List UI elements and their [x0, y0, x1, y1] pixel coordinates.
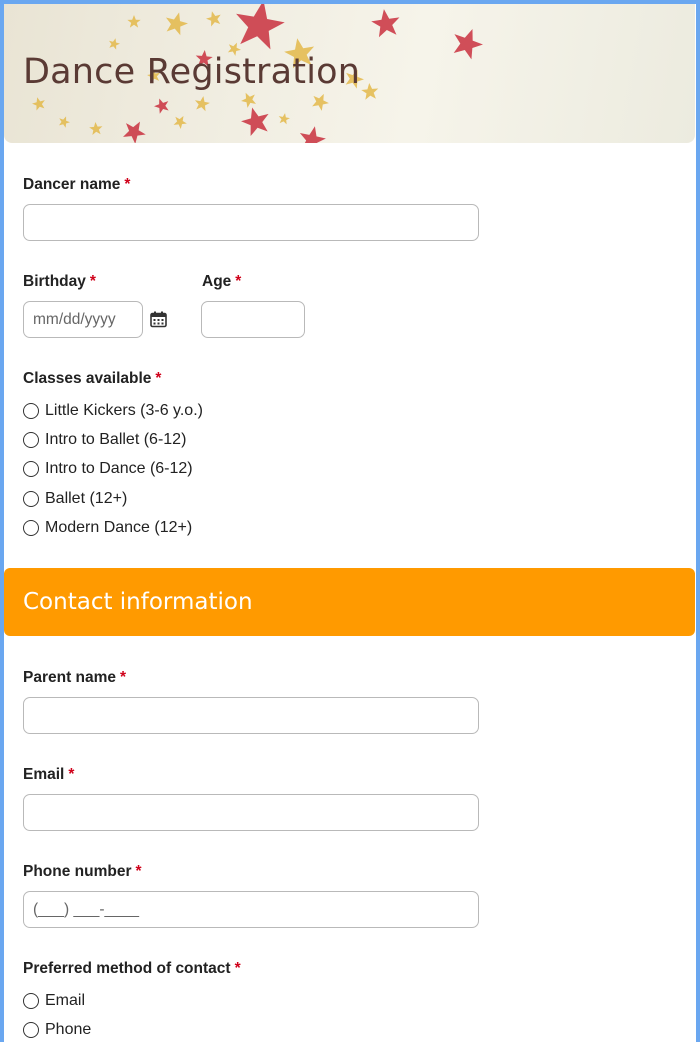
class-option-modern-dance[interactable]: Modern Dance (12+) [23, 517, 192, 539]
phone-input[interactable]: (___) ___-____ [23, 891, 479, 928]
age-input[interactable] [201, 301, 305, 338]
contact-method-label: Preferred method of contact * [23, 960, 241, 978]
calendar-icon[interactable] [150, 311, 167, 328]
contact-section-header: Contact information [4, 568, 695, 636]
radio-button[interactable] [23, 491, 39, 507]
radio-button[interactable] [23, 1022, 39, 1038]
header-banner: Dance Registration [4, 4, 695, 143]
contact-method-label-text: Preferred method of contact [23, 960, 231, 977]
class-option-label: Ballet (12+) [45, 490, 128, 507]
required-mark: * [235, 273, 242, 290]
section-title: Contact information [23, 589, 253, 615]
class-option-intro-ballet[interactable]: Intro to Ballet (6-12) [23, 429, 186, 451]
birthday-placeholder: mm/dd/yyyy [33, 310, 116, 328]
class-option-label: Intro to Ballet (6-12) [45, 431, 187, 448]
parent-name-label-text: Parent name [23, 669, 117, 686]
classes-label-text: Classes available [23, 370, 152, 387]
phone-mask: (___) ___-____ [33, 900, 139, 918]
email-input[interactable] [23, 794, 479, 831]
dancer-name-label-text: Dancer name [23, 176, 121, 193]
age-label: Age * [202, 273, 241, 291]
birthday-input[interactable]: mm/dd/yyyy [23, 301, 143, 338]
email-label-text: Email [23, 766, 65, 783]
birthday-label-text: Birthday [23, 273, 86, 290]
class-option-ballet[interactable]: Ballet (12+) [23, 488, 127, 510]
required-mark: * [120, 669, 127, 686]
radio-button[interactable] [23, 993, 39, 1009]
contact-option-label: Email [45, 992, 86, 1009]
radio-button[interactable] [23, 520, 39, 536]
class-option-little-kickers[interactable]: Little Kickers (3-6 y.o.) [23, 400, 203, 422]
radio-button[interactable] [23, 432, 39, 448]
phone-label: Phone number * [23, 863, 142, 881]
page-title: Dance Registration [23, 52, 361, 92]
age-label-text: Age [202, 273, 232, 290]
dancer-name-input[interactable] [23, 204, 479, 241]
required-mark: * [89, 273, 96, 290]
contact-option-email[interactable]: Email [23, 990, 85, 1012]
required-mark: * [68, 766, 75, 783]
parent-name-input[interactable] [23, 697, 479, 734]
email-label: Email * [23, 766, 74, 784]
required-mark: * [135, 863, 142, 880]
required-mark: * [155, 370, 162, 387]
birthday-label: Birthday * [23, 273, 96, 291]
phone-label-text: Phone number [23, 863, 132, 880]
class-option-label: Intro to Dance (6-12) [45, 460, 193, 477]
class-option-label: Little Kickers (3-6 y.o.) [45, 402, 203, 419]
contact-option-label: Phone [45, 1021, 92, 1038]
radio-button[interactable] [23, 403, 39, 419]
class-option-intro-dance[interactable]: Intro to Dance (6-12) [23, 458, 193, 480]
required-mark: * [234, 960, 241, 977]
classes-label: Classes available * [23, 370, 161, 388]
required-mark: * [124, 176, 131, 193]
class-option-label: Modern Dance (12+) [45, 519, 193, 536]
dancer-name-label: Dancer name * [23, 176, 130, 194]
parent-name-label: Parent name * [23, 669, 126, 687]
contact-option-phone[interactable]: Phone [23, 1019, 91, 1041]
radio-button[interactable] [23, 461, 39, 477]
